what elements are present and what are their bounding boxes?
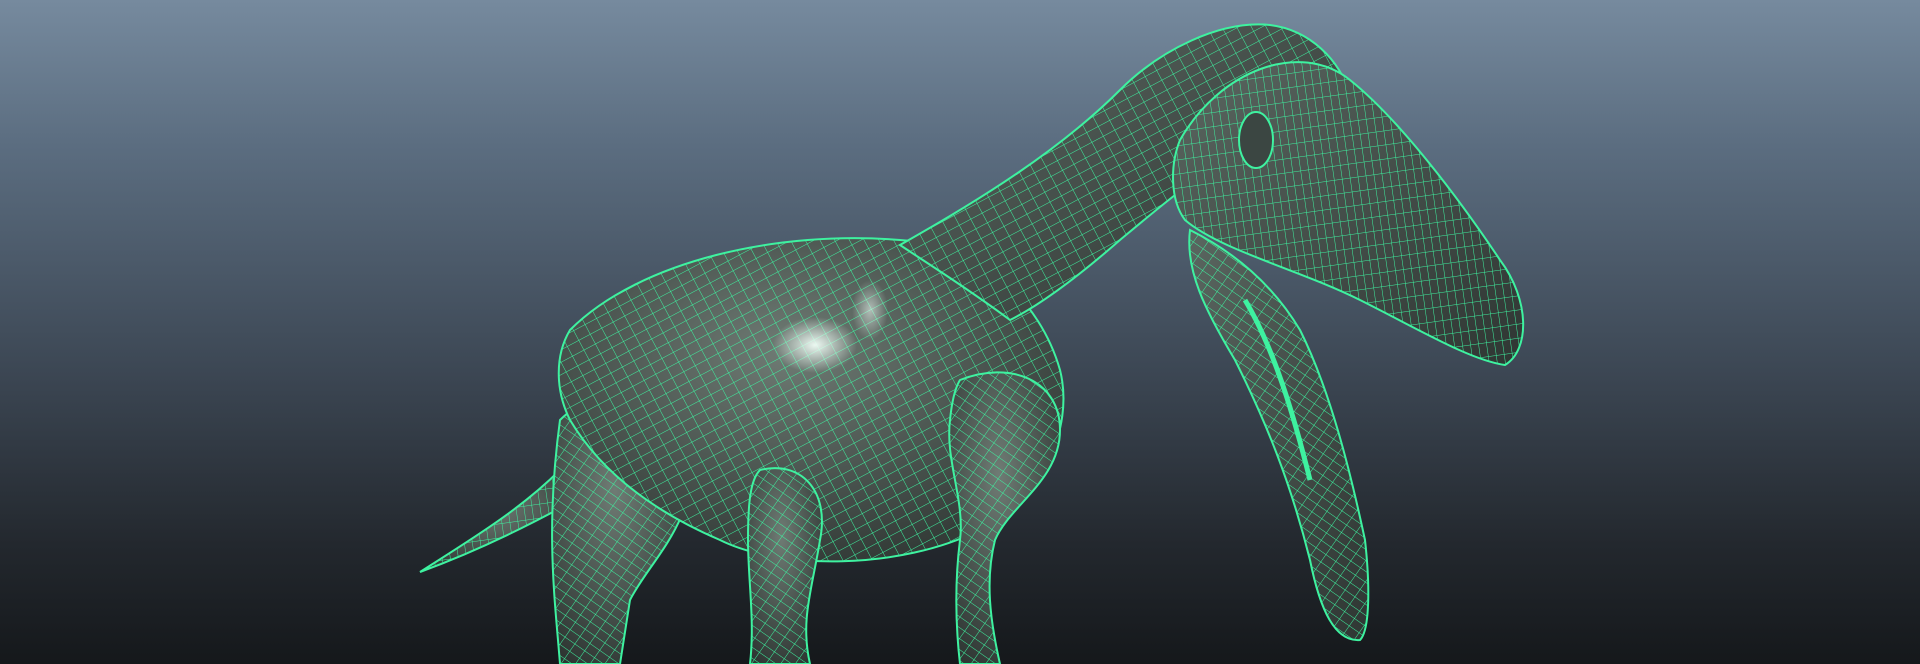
eye-icon <box>1238 111 1274 169</box>
creature-model[interactable] <box>0 0 1920 664</box>
front-leg-right-mesh <box>948 371 1062 664</box>
3d-viewport[interactable] <box>0 0 1920 664</box>
front-leg-left-mesh <box>746 467 823 664</box>
